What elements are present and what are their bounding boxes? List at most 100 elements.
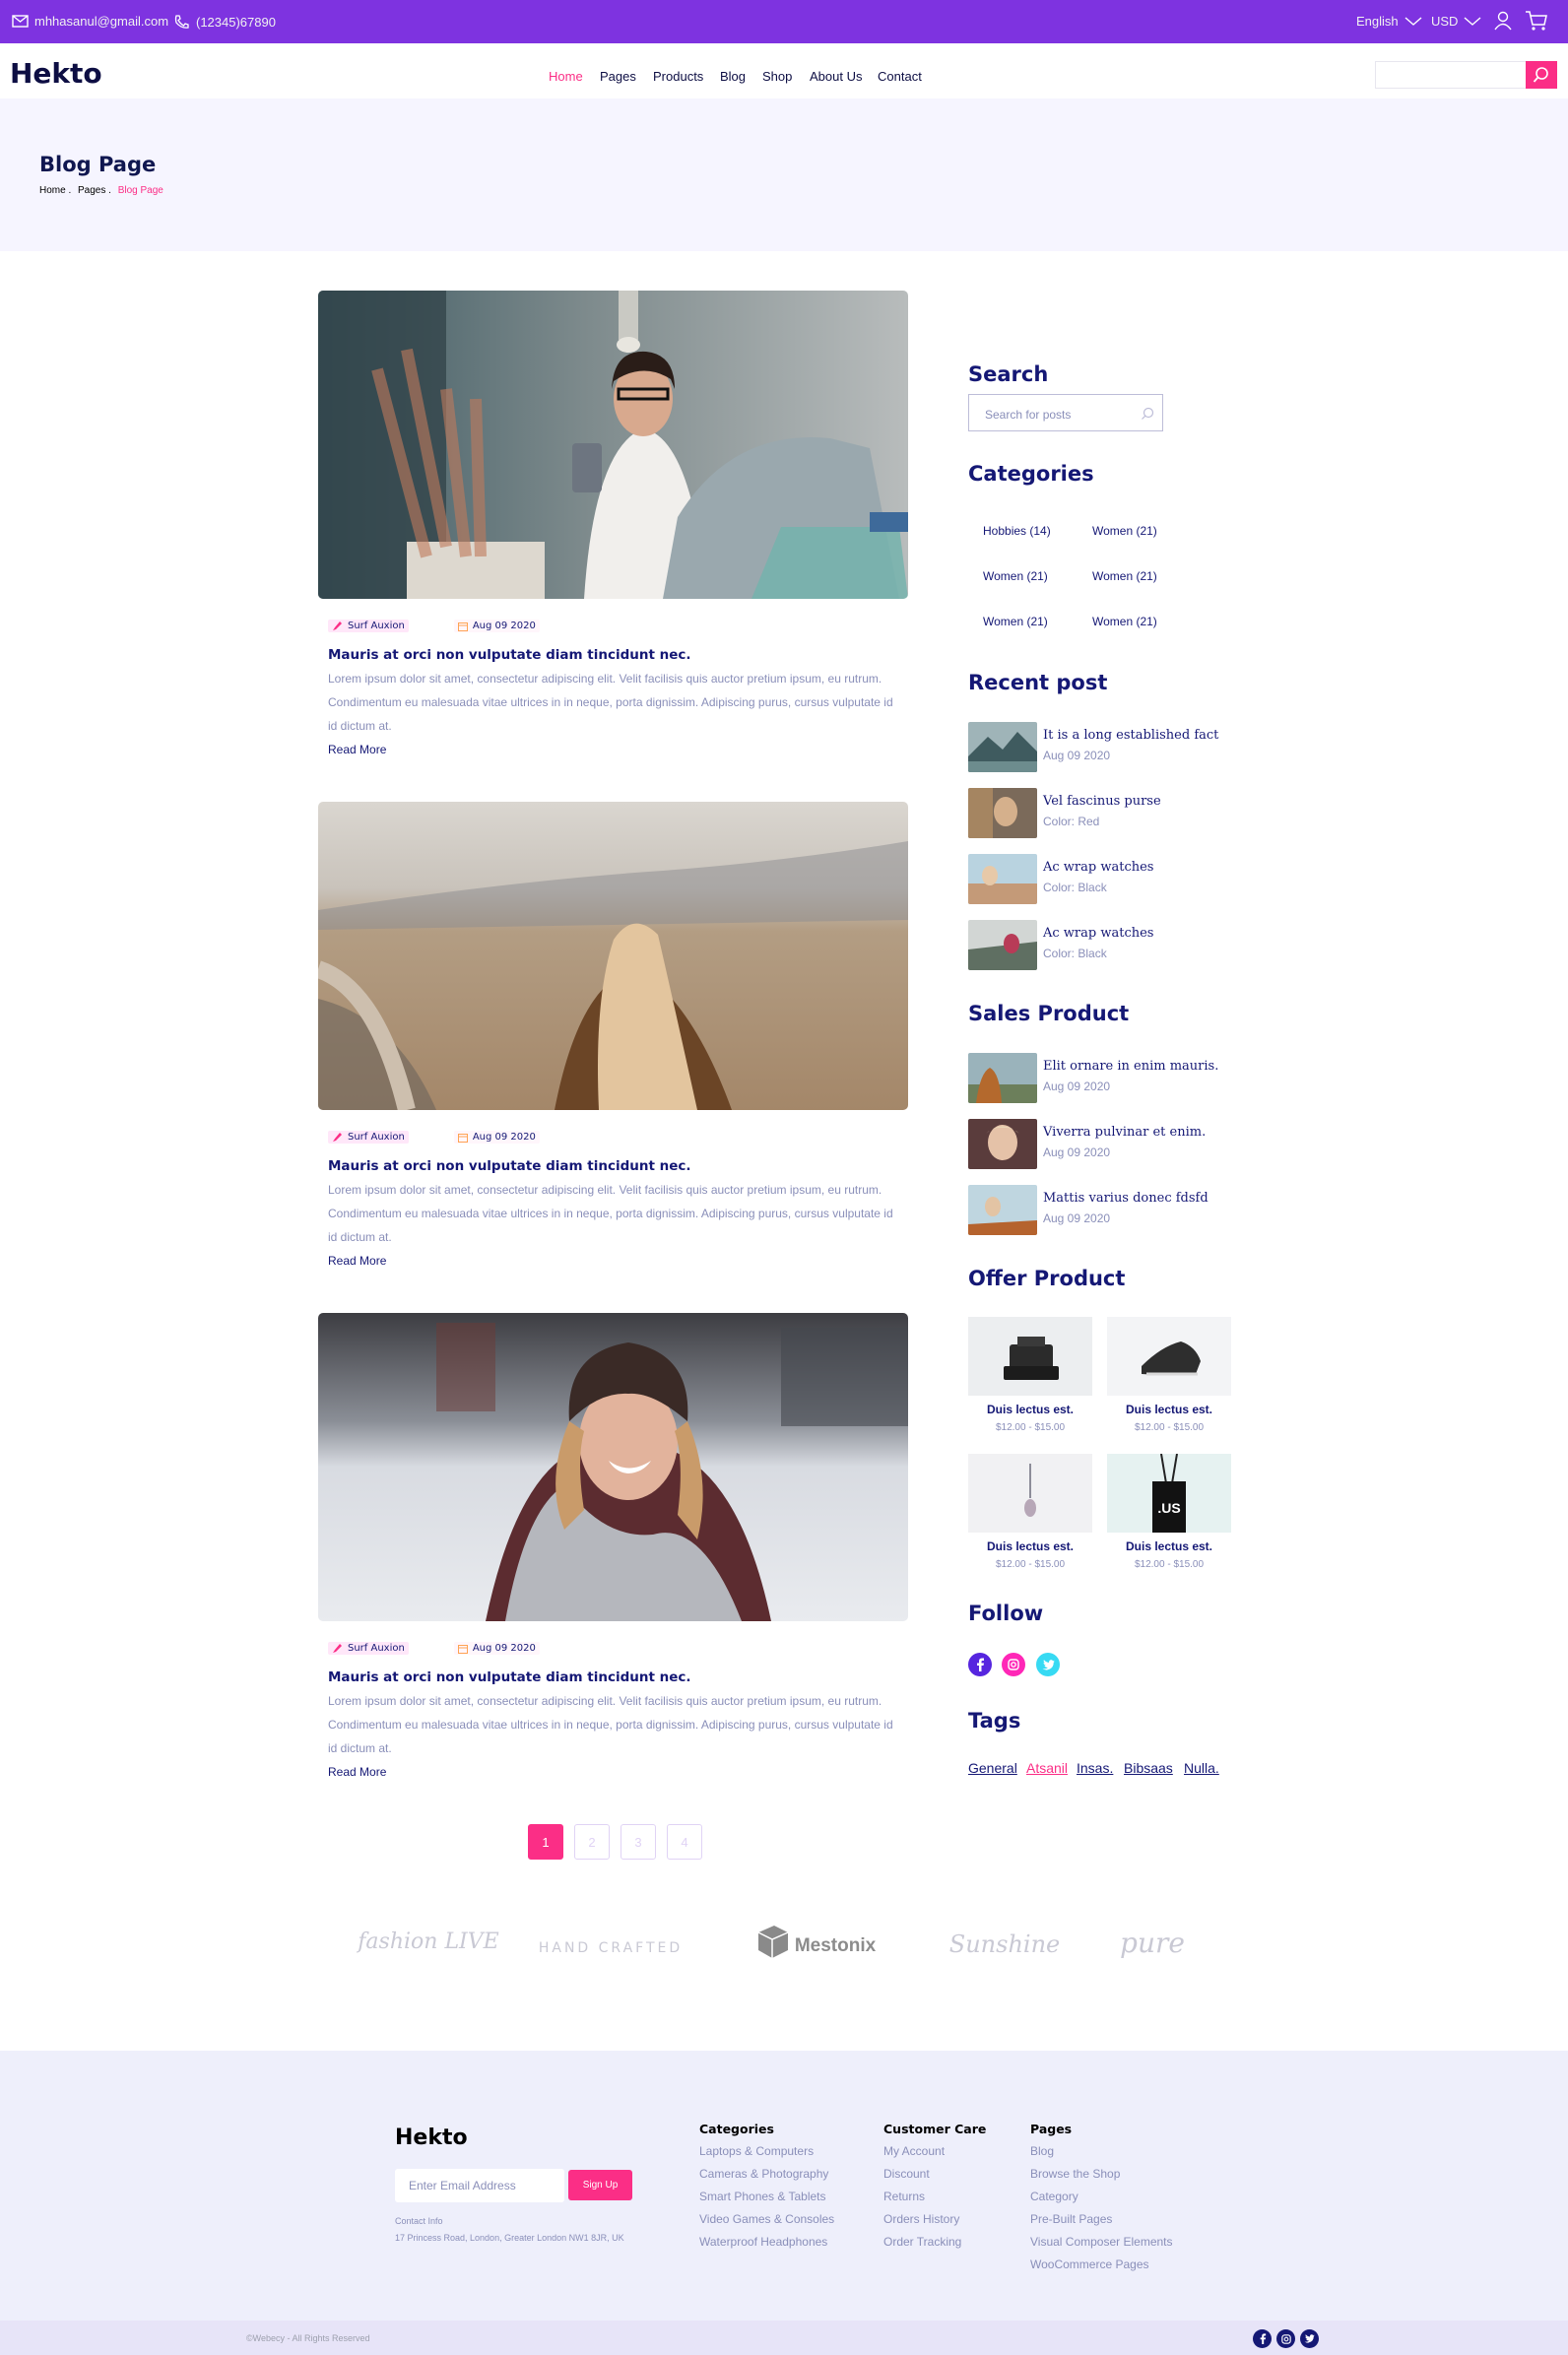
footer-link[interactable]: Order Tracking [883,2231,986,2254]
offer-product-card[interactable]: .US Duis lectus est. $12.00 - $15.00 [1107,1454,1231,1570]
nav-item-products[interactable]: Products [653,69,703,84]
footer-link[interactable]: Video Games & Consoles [699,2208,834,2231]
search-icon[interactable] [1141,407,1154,421]
post-author[interactable]: Surf Auxion [328,1642,409,1655]
footer-link[interactable]: Returns [883,2186,986,2208]
sidebar-search-input[interactable]: Search for posts [968,394,1163,431]
category-link[interactable]: Women (21) [1092,569,1157,583]
page-4-button[interactable]: 4 [667,1824,702,1860]
tag-link[interactable]: General [968,1760,1017,1776]
breadcrumb-home[interactable]: Home . [39,185,71,196]
read-more-link[interactable]: Read More [328,1765,386,1779]
recent-post-title[interactable]: Vel fascinus purse [1043,794,1161,809]
post-image-woman-snow[interactable] [318,1313,908,1621]
post-title[interactable]: Mauris at orci non vulputate diam tincid… [328,1669,691,1685]
post-author[interactable]: Surf Auxion [328,1131,409,1144]
offer-product-card[interactable]: Duis lectus est. $12.00 - $15.00 [968,1317,1092,1433]
sales-product-title[interactable]: Viverra pulvinar et enim. [1043,1125,1206,1140]
category-link[interactable]: Women (21) [983,569,1048,583]
category-link[interactable]: Women (21) [983,615,1048,628]
category-link[interactable]: Women (21) [1092,524,1157,538]
footer-link[interactable]: Smart Phones & Tablets [699,2186,834,2208]
cart-button[interactable] [1525,10,1548,32]
footer-link[interactable]: Browse the Shop [1030,2163,1173,2186]
post-meta: Surf Auxion Aug 09 2020 [328,1642,540,1655]
sidebar-search-title: Search [968,362,1049,386]
sales-product-thumbnail[interactable] [968,1185,1037,1235]
recent-post-thumbnail[interactable] [968,854,1037,904]
sales-product-date: Aug 09 2020 [1043,1145,1111,1159]
offer-product-image [968,1454,1092,1533]
footer-logo[interactable]: Hekto [395,2126,468,2150]
footer-link[interactable]: Orders History [883,2208,986,2231]
tag-link[interactable]: Atsanil [1026,1760,1068,1776]
recent-post-thumbnail[interactable] [968,920,1037,970]
tag-link[interactable]: Bibsaas [1124,1760,1173,1776]
sign-up-button[interactable]: Sign Up [568,2170,632,2200]
page-1-button[interactable]: 1 [528,1824,563,1860]
nav-item-blog[interactable]: Blog [720,69,746,84]
footer-link[interactable]: Laptops & Computers [699,2140,834,2163]
footer-instagram-link[interactable] [1276,2329,1295,2348]
recent-post-title[interactable]: Ac wrap watches [1043,860,1153,875]
footer-column-customer-care: Customer Care My Account Discount Return… [883,2122,986,2254]
post-title[interactable]: Mauris at orci non vulputate diam tincid… [328,647,691,663]
twitter-link[interactable] [1036,1653,1060,1676]
tag-link[interactable]: Insas. [1077,1760,1113,1776]
post-image-woman-phone[interactable] [318,291,908,599]
nav-search-button[interactable] [1526,61,1557,89]
post-date: Aug 09 2020 [453,1642,540,1655]
page-2-button[interactable]: 2 [574,1824,610,1860]
footer-link[interactable]: Category [1030,2186,1173,2208]
currency-select[interactable]: USD [1431,14,1481,29]
recent-post-meta: Aug 09 2020 [1043,749,1111,762]
read-more-link[interactable]: Read More [328,1254,386,1268]
recent-post-title[interactable]: It is a long established fact [1043,728,1218,743]
offer-product-card[interactable]: Duis lectus est. $12.00 - $15.00 [968,1454,1092,1570]
category-link[interactable]: Hobbies (14) [983,524,1051,538]
footer-link[interactable]: My Account [883,2140,986,2163]
facebook-icon [977,1658,984,1671]
recent-post-title[interactable]: Ac wrap watches [1043,926,1153,941]
footer-twitter-link[interactable] [1300,2329,1319,2348]
email-contact[interactable]: mhhasanul@gmail.com [12,14,168,29]
nav-item-home[interactable]: Home [549,69,583,84]
footer-link[interactable]: Visual Composer Elements [1030,2231,1173,2254]
footer-link[interactable]: Waterproof Headphones [699,2231,834,2254]
post-date-text: Aug 09 2020 [472,1132,536,1143]
nav-item-contact[interactable]: Contact [878,69,922,84]
tag-link[interactable]: Nulla. [1184,1760,1219,1776]
instagram-link[interactable] [1002,1653,1025,1676]
site-logo[interactable]: Hekto [10,57,102,90]
footer-link[interactable]: WooCommerce Pages [1030,2254,1173,2276]
footer-facebook-link[interactable] [1253,2329,1272,2348]
post-title[interactable]: Mauris at orci non vulputate diam tincid… [328,1158,691,1174]
post-author[interactable]: Surf Auxion [328,620,409,632]
footer-link[interactable]: Cameras & Photography [699,2163,834,2186]
breadcrumb-pages[interactable]: Pages . [78,185,111,196]
post-excerpt: Lorem ipsum dolor sit amet, consectetur … [328,667,899,738]
sales-product-title[interactable]: Mattis varius donec fdsfd [1043,1191,1209,1206]
language-select[interactable]: English [1356,14,1422,29]
footer-link[interactable]: Discount [883,2163,986,2186]
footer-link[interactable]: Blog [1030,2140,1173,2163]
nav-item-pages[interactable]: Pages [600,69,636,84]
phone-contact[interactable]: (12345)67890 [173,14,276,31]
nav-search-input[interactable] [1375,61,1527,89]
page-3-button[interactable]: 3 [621,1824,656,1860]
recent-post-thumbnail[interactable] [968,788,1037,838]
recent-post-thumbnail[interactable] [968,722,1037,772]
footer-link[interactable]: Pre-Built Pages [1030,2208,1173,2231]
nav-item-shop[interactable]: Shop [762,69,792,84]
sales-product-thumbnail[interactable] [968,1053,1037,1103]
nav-item-about-us[interactable]: About Us [810,69,862,84]
account-button[interactable] [1494,11,1512,31]
offer-product-card[interactable]: Duis lectus est. $12.00 - $15.00 [1107,1317,1231,1433]
facebook-link[interactable] [968,1653,992,1676]
read-more-link[interactable]: Read More [328,743,386,756]
newsletter-email-input[interactable]: Enter Email Address [395,2169,564,2202]
post-image-woman-field[interactable] [318,802,908,1110]
sales-product-thumbnail[interactable] [968,1119,1037,1169]
sales-product-title[interactable]: Elit ornare in enim mauris. [1043,1059,1218,1074]
category-link[interactable]: Women (21) [1092,615,1157,628]
